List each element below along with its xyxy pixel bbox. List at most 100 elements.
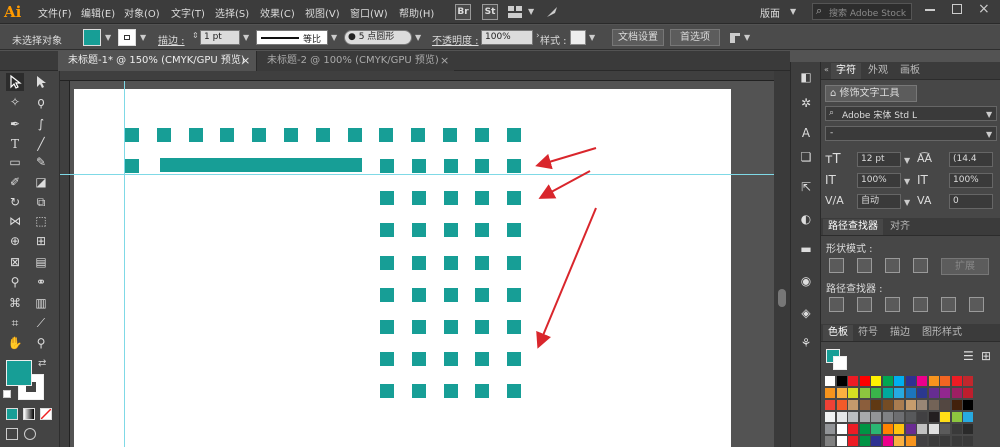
color-swatch[interactable] [894,388,904,398]
horizontal-scale-field[interactable]: 100% [949,173,993,188]
color-swatch[interactable] [940,424,950,434]
graphic-style-swatch[interactable] [570,30,586,45]
outline-icon[interactable] [941,297,956,312]
blend-tool-icon[interactable]: ⚭ [32,273,50,291]
workspace-switcher[interactable]: 版面 [760,5,780,20]
fill-chevron-icon[interactable]: ▼ [105,33,111,42]
shaper-tool-icon[interactable]: ✐ [6,173,24,191]
color-swatch[interactable] [963,424,973,434]
color-swatch[interactable] [848,412,858,422]
color-swatch[interactable] [940,412,950,422]
arrange-chevron-icon[interactable]: ▼ [528,7,534,16]
color-swatch[interactable] [951,424,962,434]
tab-graphic-styles[interactable]: 图形样式 [917,325,967,341]
color-swatch[interactable] [882,376,893,386]
stroke-stepper-icon[interactable]: ⇕ [192,31,199,40]
color-swatch[interactable] [928,436,939,446]
brush-chevron-icon[interactable]: ▼ [415,33,421,42]
stroke-label[interactable]: 描边 : [158,32,185,47]
color-swatch[interactable] [951,400,962,410]
font-family-select[interactable]: ⌕ Adobe 宋体 Std L ▼ [825,106,997,121]
color-swatch[interactable] [836,436,847,446]
color-swatch[interactable] [928,376,939,386]
opacity-field[interactable]: 100% [481,30,533,45]
line-segment-tool-icon[interactable]: ╱ [32,135,50,153]
panel-collapse-icon[interactable]: « [824,65,829,74]
color-swatch[interactable] [871,376,881,386]
artboard-tool-icon[interactable]: ⌗ [6,314,24,332]
font-style-select[interactable]: - ▼ [825,126,997,141]
tab-swatches[interactable]: 色板 [823,325,853,341]
color-swatch[interactable] [836,412,847,422]
magic-wand-tool-icon[interactable]: ✧ [6,93,24,111]
appearance-icon[interactable]: ◉ [797,272,815,290]
menu-window[interactable]: 窗口(W) [350,5,388,20]
export-icon[interactable]: ⇱ [797,178,815,196]
color-swatch[interactable] [871,436,881,446]
menu-file[interactable]: 文件(F) [38,5,72,20]
color-mode-icon[interactable] [6,408,18,420]
color-swatch[interactable] [928,424,939,434]
touch-type-tool-button[interactable]: ⌂ 修饰文字工具 [825,85,917,102]
color-swatch[interactable] [963,400,973,410]
color-swatch[interactable] [951,376,962,386]
variable-width-profile[interactable]: 等比 [256,30,328,45]
eraser-tool-icon[interactable]: ◪ [32,173,50,191]
vertical-scrollbar[interactable] [774,71,790,447]
preferences-button[interactable]: 首选项 [670,29,720,46]
eyedropper-tool-icon[interactable]: ⚲ [6,273,24,291]
color-swatch[interactable] [882,412,893,422]
scroll-thumb[interactable] [778,289,786,307]
fill-swatch[interactable] [83,29,101,46]
arrange-menu-chevron-icon[interactable]: ▼ [744,33,750,42]
scale-tool-icon[interactable]: ⧉ [32,193,50,211]
color-swatch[interactable] [951,436,962,446]
color-swatch[interactable] [894,424,904,434]
color-swatch[interactable] [848,436,858,446]
color-guide-icon[interactable]: ✲ [797,94,815,112]
color-swatch[interactable] [871,412,881,422]
menu-edit[interactable]: 编辑(E) [81,5,115,20]
color-swatch[interactable] [848,376,858,386]
tab-symbols[interactable]: 符号 [853,325,883,341]
exclude-icon[interactable] [913,258,928,273]
swatch-stroke-preview[interactable] [833,356,847,370]
profile-chevron-icon[interactable]: ▼ [331,33,337,42]
color-swatch[interactable] [963,376,973,386]
free-transform-tool-icon[interactable]: ⬚ [32,212,50,230]
stroke-swatch[interactable] [118,29,136,46]
curvature-tool-icon[interactable]: ∫ [32,115,50,133]
vertical-scale-chevron-icon[interactable]: ▼ [904,177,910,186]
minus-back-icon[interactable] [969,297,984,312]
minus-front-icon[interactable] [857,258,872,273]
color-swatch[interactable] [825,412,835,422]
color-swatch[interactable] [882,400,893,410]
color-swatch[interactable] [825,424,835,434]
default-colors-icon[interactable] [3,390,11,398]
hand-tool-icon[interactable]: ✋ [6,334,24,352]
color-swatch[interactable] [928,388,939,398]
paragraph-styles-icon[interactable]: ❏ [797,148,815,166]
swap-colors-icon[interactable]: ⇄ [38,358,46,369]
tab-document-1[interactable]: 未标题-1* @ 150% (CMYK/GPU 预览) × [58,51,256,71]
list-view-icon[interactable]: ☰ [963,349,974,363]
rotate-tool-icon[interactable]: ↻ [6,193,24,211]
color-swatch[interactable] [848,388,858,398]
crop-icon[interactable] [913,297,928,312]
character-styles-icon[interactable]: A [797,124,815,142]
color-swatch[interactable] [940,376,950,386]
color-swatch[interactable] [905,412,916,422]
perspective-grid-tool-icon[interactable]: ⊞ [32,232,50,250]
color-swatch[interactable] [905,436,916,446]
direct-selection-tool-icon[interactable] [32,73,50,91]
color-swatch[interactable] [836,400,847,410]
tab-document-1-close-icon[interactable]: × [241,51,250,71]
color-swatch[interactable] [848,400,858,410]
menu-select[interactable]: 选择(S) [215,5,249,20]
color-swatch[interactable] [859,424,870,434]
tab-pathfinder[interactable]: 路径查找器 [823,219,883,235]
color-swatch[interactable] [882,436,893,446]
kerning-chevron-icon[interactable]: ▼ [904,198,910,207]
symbol-sprayer-tool-icon[interactable]: ⌘ [6,294,24,312]
tab-document-2[interactable]: 未标题-2 @ 100% (CMYK/GPU 预览) × [256,51,454,71]
